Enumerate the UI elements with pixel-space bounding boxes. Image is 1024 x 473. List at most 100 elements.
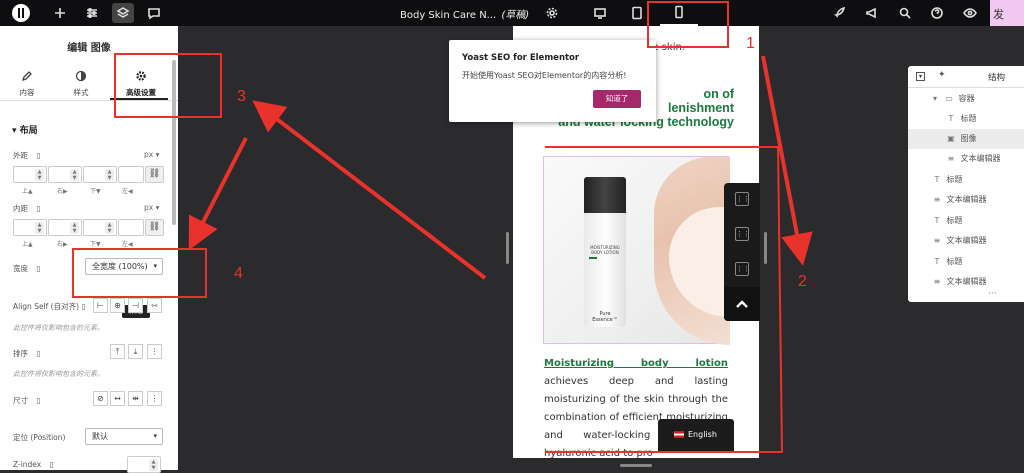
size-shrink-icon[interactable]: ⇹	[128, 391, 143, 406]
tree-item-container[interactable]: ▾ ▭ 容器	[908, 89, 1024, 109]
heading-icon: T	[948, 114, 954, 123]
add-element-icon[interactable]	[50, 0, 70, 26]
width-select[interactable]: 全宽度 (100%) ▾	[85, 258, 163, 275]
product-image[interactable]: MOISTURIZING BODY LOTION Pure Essence™	[543, 156, 730, 345]
padding-label: 内距 ▯	[13, 203, 41, 214]
order-first-icon[interactable]: ⤒	[110, 344, 125, 359]
padding-side-left: 左◀	[122, 241, 133, 248]
side-tool-3-icon[interactable]: ⋮⋮	[735, 262, 750, 276]
product-link[interactable]: Moisturizing body lotion	[544, 358, 728, 369]
tree-item-heading[interactable]: T 标题	[908, 170, 1024, 190]
mobile-device-small-icon: ▯	[36, 396, 41, 405]
tab-content[interactable]: 内容	[0, 66, 54, 98]
scroll-top-button[interactable]	[724, 287, 760, 321]
margin-left-input[interactable]	[118, 166, 144, 183]
spinner-icon[interactable]: ▲ ▼	[35, 222, 44, 234]
align-center-icon[interactable]: ⊕	[110, 298, 125, 313]
margin-bottom-input[interactable]: ▲ ▼	[83, 166, 117, 183]
rocket-icon[interactable]	[830, 0, 850, 26]
position-select-value: 默认	[92, 432, 108, 441]
structure-title: 结构	[988, 73, 1006, 83]
yoast-dismiss-button[interactable]: 知道了	[593, 90, 641, 108]
tablet-device-icon[interactable]	[627, 0, 647, 26]
page-settings-gear-icon[interactable]	[542, 0, 562, 26]
margin-unit-select[interactable]: px ▾	[144, 150, 159, 159]
gear-icon	[136, 71, 146, 81]
desktop-device-icon[interactable]	[590, 0, 610, 26]
tree-item-text-editor[interactable]: ≡ 文本编辑器	[908, 149, 1024, 169]
resize-handle-bottom[interactable]	[620, 464, 652, 467]
padding-bottom-input[interactable]: ▲ ▼	[83, 219, 117, 236]
spinner-icon[interactable]: ▲ ▼	[105, 222, 114, 234]
spinner-icon[interactable]: ▲ ▼	[105, 169, 114, 181]
site-settings-icon[interactable]	[82, 0, 102, 26]
text-editor-icon: ≡	[933, 236, 941, 245]
padding-top-input[interactable]: ▲ ▼	[13, 219, 47, 236]
tree-item-heading[interactable]: T 标题	[908, 211, 1024, 231]
editor-panel: 编辑 图像 内容 样式 高级设置 ▾ 布局 外距 ▯ px ▾ ▲ ▼ ▲ ▼ ▲ ▼…	[0, 26, 178, 473]
heading-icon: T	[934, 175, 940, 184]
annotation-number-2: 2	[798, 273, 807, 290]
size-label-text: 尺寸	[13, 396, 28, 405]
margin-top-input[interactable]: ▲ ▼	[13, 166, 47, 183]
tree-item-text-editor[interactable]: ≡ 文本编辑器	[908, 190, 1024, 210]
tab-style[interactable]: 样式	[54, 66, 108, 98]
align-start-icon[interactable]: ⊢	[93, 298, 108, 313]
align-self-note: 此控件将仅影响包含的元素。	[13, 324, 104, 332]
order-label-text: 排序	[13, 349, 28, 358]
side-tool-1-icon[interactable]: ⋮⋮	[735, 192, 750, 206]
size-none-icon[interactable]: ⊘	[93, 391, 108, 406]
padding-unit-select[interactable]: px ▾	[144, 203, 159, 212]
document-status: (草稿)	[501, 10, 530, 21]
tab-style-label: 样式	[73, 88, 89, 97]
panel-divider	[0, 100, 178, 101]
elementor-logo-icon[interactable]	[12, 4, 30, 22]
link-values-icon[interactable]: ⛓	[145, 219, 164, 236]
padding-right-input[interactable]: ▲ ▼	[48, 219, 82, 236]
spinner-icon[interactable]: ▲ ▼	[70, 222, 79, 234]
panel-scrollbar[interactable]	[172, 60, 176, 225]
position-select[interactable]: 默认 ▾	[85, 428, 163, 445]
tree-item-heading[interactable]: T 标题	[908, 252, 1024, 272]
language-switcher[interactable]: English	[658, 419, 734, 451]
tree-item-text-editor[interactable]: ≡ 文本编辑器	[908, 231, 1024, 251]
tree-item-heading[interactable]: T 标题	[908, 109, 1024, 129]
mobile-device-small-icon: ▯	[36, 204, 41, 213]
half-circle-icon	[75, 70, 87, 82]
order-custom-icon[interactable]: ⋮	[147, 344, 162, 359]
section-layout-heading[interactable]: ▾ 布局	[12, 123, 38, 136]
notifications-megaphone-icon[interactable]	[862, 0, 882, 26]
help-icon[interactable]	[927, 0, 947, 26]
order-last-icon[interactable]: ⤓	[128, 344, 143, 359]
more-icon[interactable]: ···	[988, 289, 997, 299]
size-custom-icon[interactable]: ⋮	[147, 391, 162, 406]
size-grow-icon[interactable]: ↔	[110, 391, 125, 406]
sparkle-icon[interactable]: ✦	[938, 70, 946, 80]
padding-left-input[interactable]	[118, 219, 144, 236]
publish-button[interactable]: 发	[990, 0, 1024, 26]
document-title[interactable]: Body Skin Care N... (草稿)	[400, 6, 529, 21]
search-icon[interactable]	[895, 0, 915, 26]
resize-handle-left[interactable]	[506, 232, 509, 264]
mobile-device-small-icon: ▯	[36, 151, 41, 160]
mobile-device-small-icon: ▯	[49, 460, 54, 469]
mobile-device-icon[interactable]	[660, 0, 698, 26]
spinner-icon[interactable]: ▲ ▼	[35, 169, 44, 181]
align-end-icon[interactable]: ⊣	[128, 298, 143, 313]
resize-handle-right[interactable]	[764, 232, 767, 264]
collapse-icon[interactable]: ▾	[916, 72, 925, 81]
comments-icon[interactable]	[144, 0, 164, 26]
bottle-body: MOISTURIZING BODY LOTION Pure Essence™	[584, 213, 626, 327]
tree-item-text-editor[interactable]: ≡ 文本编辑器	[908, 272, 1024, 292]
margin-right-input[interactable]: ▲ ▼	[48, 166, 82, 183]
preview-eye-icon[interactable]	[960, 0, 980, 26]
side-tool-2-icon[interactable]: ⋮⋮	[735, 227, 750, 241]
spinner-icon[interactable]: ▲ ▼	[70, 169, 79, 181]
align-stretch-icon[interactable]: ⇿	[147, 298, 162, 313]
structure-layers-icon[interactable]	[112, 3, 134, 23]
zindex-input[interactable]: ▲ ▼	[127, 456, 161, 473]
tree-item-image[interactable]: ▣ 图像	[908, 129, 1024, 149]
spinner-icon[interactable]: ▲ ▼	[149, 459, 158, 471]
link-values-icon[interactable]: ⛓	[145, 166, 164, 183]
tab-advanced[interactable]: 高级设置	[112, 66, 170, 98]
